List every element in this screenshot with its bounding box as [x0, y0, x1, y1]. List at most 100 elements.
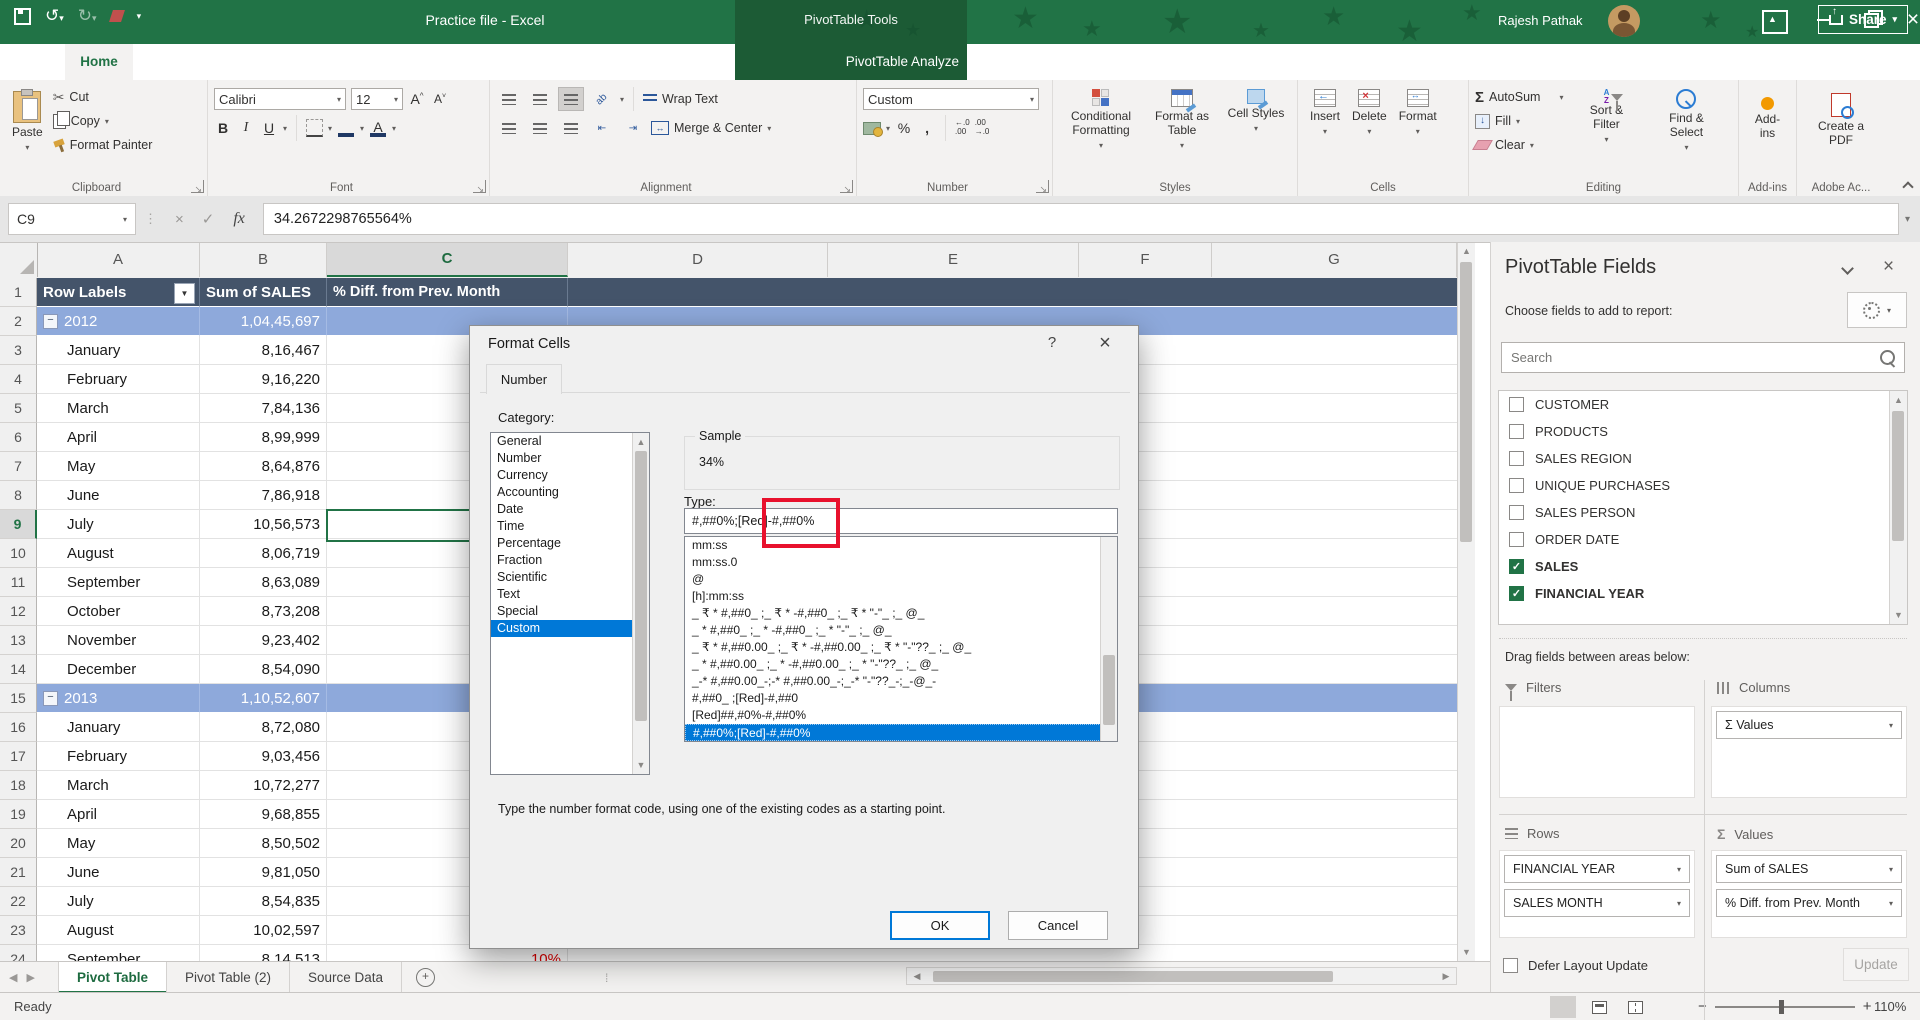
- pane-options-chevron-icon[interactable]: [1843, 264, 1853, 274]
- tab-formulas[interactable]: Formulas: [302, 44, 388, 80]
- type-option-10[interactable]: [Red]##,#0%-#,##0%: [685, 707, 1117, 724]
- dialog-help-icon[interactable]: ?: [1040, 334, 1064, 351]
- category-item-fraction[interactable]: Fraction: [491, 552, 649, 569]
- cell-B3[interactable]: 8,16,467: [200, 336, 327, 365]
- horizontal-scrollbar[interactable]: ◀ ▶: [906, 967, 1457, 985]
- field-item-order-date[interactable]: ORDER DATE: [1499, 526, 1879, 553]
- column-header-E[interactable]: E: [828, 242, 1079, 277]
- cell-A24[interactable]: September: [37, 945, 200, 961]
- cell-B18[interactable]: 10,72,277: [200, 771, 327, 800]
- scroll-right-icon[interactable]: ▶: [1436, 971, 1456, 982]
- normal-view-button[interactable]: [1550, 996, 1576, 1018]
- cell-B10[interactable]: 8,06,719: [200, 539, 327, 568]
- find-select-button[interactable]: Find & Select▾: [1649, 85, 1723, 157]
- decrease-indent-icon[interactable]: ⇤: [589, 116, 615, 140]
- underline-caret[interactable]: ▾: [283, 124, 287, 133]
- tab-page-layout[interactable]: Page Layout: [197, 44, 303, 80]
- cut-button[interactable]: ✂Cut: [53, 85, 153, 109]
- scroll-up-icon[interactable]: ▲: [1458, 242, 1475, 260]
- font-family-combo[interactable]: Calibri▾: [214, 88, 346, 110]
- tab-review[interactable]: Review: [447, 44, 521, 80]
- dialog-close-icon[interactable]: ×: [1090, 332, 1120, 355]
- row-header-17[interactable]: 17: [0, 742, 37, 771]
- row-header-2[interactable]: 2: [0, 307, 37, 336]
- field-item-customer[interactable]: CUSTOMER: [1499, 391, 1879, 418]
- zoom-level[interactable]: 110%: [1874, 999, 1906, 1014]
- pill-caret-icon[interactable]: ▾: [1889, 865, 1893, 874]
- cell-A21[interactable]: June: [37, 858, 200, 887]
- share-button[interactable]: Share▾: [1818, 5, 1908, 34]
- row-header-13[interactable]: 13: [0, 626, 37, 655]
- addins-button[interactable]: Add-ins: [1745, 85, 1790, 145]
- align-right-icon[interactable]: [558, 116, 584, 140]
- cell-A4[interactable]: February: [37, 365, 200, 394]
- new-sheet-button[interactable]: +: [416, 968, 435, 987]
- cell-B6[interactable]: 8,99,999: [200, 423, 327, 452]
- row-header-1[interactable]: 1: [0, 278, 37, 307]
- merge-center-button[interactable]: ↔Merge & Center▾: [651, 116, 771, 140]
- italic-button[interactable]: I: [237, 120, 255, 136]
- type-option-8[interactable]: _-* #,##0.00_-;-* #,##0.00_-;_-* "-"??_-…: [685, 673, 1117, 690]
- values-dropzone[interactable]: Sum of SALES▾% Diff. from Prev. Month▾: [1711, 850, 1907, 938]
- copy-button[interactable]: Copy▾: [53, 109, 153, 133]
- tab-pivottable-analyze[interactable]: PivotTable Analyze: [831, 44, 974, 80]
- cell-B9[interactable]: 10,56,573: [200, 510, 327, 539]
- rows-dropzone[interactable]: FINANCIAL YEAR▾SALES MONTH▾: [1499, 850, 1695, 938]
- fill-color-button[interactable]: [337, 119, 355, 137]
- row-header-5[interactable]: 5: [0, 394, 37, 423]
- percent-style-button[interactable]: %: [895, 120, 913, 136]
- pill-caret-icon[interactable]: ▾: [1889, 899, 1893, 908]
- borders-icon[interactable]: [306, 119, 323, 137]
- comma-style-button[interactable]: ,: [918, 120, 936, 136]
- number-dialog-launcher[interactable]: [1036, 180, 1049, 193]
- row-header-7[interactable]: 7: [0, 452, 37, 481]
- row-header-23[interactable]: 23: [0, 916, 37, 945]
- increase-indent-icon[interactable]: ⇥: [620, 116, 646, 140]
- undo-button[interactable]: ↺▾: [45, 6, 64, 26]
- collapse-icon-2013[interactable]: −: [43, 691, 58, 706]
- row-header-19[interactable]: 19: [0, 800, 37, 829]
- cell-B12[interactable]: 8,73,208: [200, 597, 327, 626]
- row-header-15[interactable]: 15: [0, 684, 37, 713]
- underline-button[interactable]: U: [260, 120, 278, 136]
- filters-dropzone[interactable]: [1499, 706, 1695, 798]
- field-list-scrollbar[interactable]: ▲ ▼: [1889, 391, 1907, 624]
- unchecked-checkbox[interactable]: [1509, 505, 1524, 520]
- pane-close-icon[interactable]: ×: [1883, 256, 1894, 278]
- type-scrollbar[interactable]: [1100, 537, 1117, 741]
- paste-button[interactable]: Paste▾: [6, 85, 49, 157]
- category-item-general[interactable]: General: [491, 433, 649, 450]
- delete-cells-button[interactable]: × Delete▾: [1346, 85, 1393, 140]
- field-item-sales[interactable]: ✓SALES: [1499, 553, 1879, 580]
- category-scroll-down-icon[interactable]: ▼: [633, 756, 649, 774]
- tab-design[interactable]: Design: [974, 44, 1046, 80]
- sheet-tab-source-data[interactable]: Source Data: [290, 962, 402, 993]
- pill-financial-year[interactable]: FINANCIAL YEAR▾: [1504, 855, 1690, 883]
- cell-A9[interactable]: July: [37, 510, 200, 539]
- font-size-combo[interactable]: 12▾: [351, 88, 403, 110]
- cell-A20[interactable]: May: [37, 829, 200, 858]
- unchecked-checkbox[interactable]: [1509, 478, 1524, 493]
- cell-B1[interactable]: Sum of SALES: [200, 278, 327, 307]
- cell-B14[interactable]: 8,54,090: [200, 655, 327, 684]
- row-header-22[interactable]: 22: [0, 887, 37, 916]
- customize-qat-button[interactable]: ▾: [137, 11, 142, 22]
- category-item-time[interactable]: Time: [491, 518, 649, 535]
- save-icon[interactable]: [14, 8, 31, 25]
- increase-font-icon[interactable]: A^: [408, 91, 426, 107]
- cell-B15[interactable]: 1,10,52,607: [200, 684, 327, 713]
- align-bottom-icon[interactable]: [558, 87, 584, 111]
- row-header-4[interactable]: 4: [0, 365, 37, 394]
- type-option-4[interactable]: _ ₹ * #,##0_ ;_ ₹ * -#,##0_ ;_ ₹ * "-"_ …: [685, 605, 1117, 622]
- row-header-16[interactable]: 16: [0, 713, 37, 742]
- checked-checkbox[interactable]: ✓: [1509, 586, 1524, 601]
- category-scrollbar[interactable]: ▲ ▼: [632, 433, 649, 774]
- cell-B19[interactable]: 9,68,855: [200, 800, 327, 829]
- category-item-currency[interactable]: Currency: [491, 467, 649, 484]
- zoom-slider[interactable]: [1715, 1006, 1855, 1008]
- pill-caret-icon[interactable]: ▾: [1889, 721, 1893, 730]
- category-item-percentage[interactable]: Percentage: [491, 535, 649, 552]
- category-item-accounting[interactable]: Accounting: [491, 484, 649, 501]
- cell-B2[interactable]: 1,04,45,697: [200, 307, 327, 336]
- field-item-products[interactable]: PRODUCTS: [1499, 418, 1879, 445]
